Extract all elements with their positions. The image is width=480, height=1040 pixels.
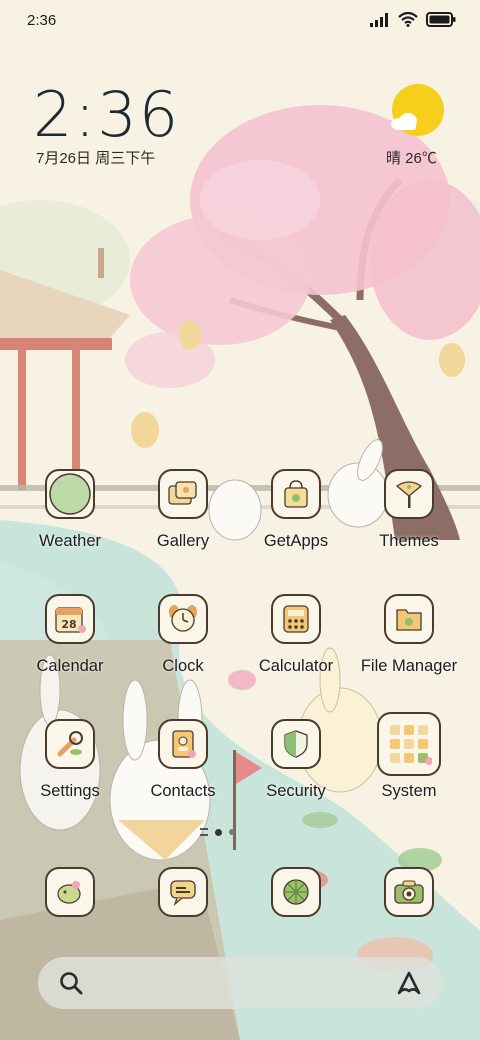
status-bar: 2:36 bbox=[0, 0, 480, 42]
dock-app-camera[interactable] bbox=[353, 867, 465, 917]
triangle-logo-icon[interactable] bbox=[394, 969, 424, 997]
contact-book-icon[interactable] bbox=[158, 719, 208, 769]
app-label: Settings bbox=[40, 782, 100, 800]
camera-icon[interactable] bbox=[384, 867, 434, 917]
clock-widget-time[interactable]: 2:36 bbox=[33, 78, 180, 151]
app-getapps[interactable]: GetApps bbox=[240, 469, 352, 551]
status-time: 2:36 bbox=[27, 12, 57, 29]
calculator-icon[interactable] bbox=[271, 594, 321, 644]
app-themes[interactable]: Themes bbox=[353, 469, 465, 551]
wifi-icon bbox=[398, 12, 418, 27]
wrench-icon[interactable] bbox=[45, 719, 95, 769]
app-label: GetApps bbox=[263, 532, 329, 550]
app-calculator[interactable]: Calculator bbox=[240, 594, 352, 676]
weather-app-icon[interactable] bbox=[45, 469, 95, 519]
messages-icon[interactable] bbox=[158, 867, 208, 917]
calendar-icon[interactable]: 28 bbox=[45, 594, 95, 644]
app-label: System bbox=[381, 782, 437, 800]
app-weather[interactable]: Weather bbox=[14, 469, 126, 551]
search-bar[interactable] bbox=[38, 957, 442, 1009]
app-label: Calendar bbox=[36, 657, 104, 675]
status-icons bbox=[370, 12, 456, 27]
folder-icon[interactable] bbox=[384, 594, 434, 644]
cloud-icon bbox=[391, 113, 417, 130]
app-clock[interactable]: Clock bbox=[127, 594, 239, 676]
chat-bird-icon[interactable] bbox=[45, 867, 95, 917]
menu-lines-icon bbox=[200, 828, 208, 836]
alarm-clock-icon[interactable] bbox=[158, 594, 208, 644]
dock-app-phone[interactable] bbox=[14, 867, 126, 917]
dock-app-messages[interactable] bbox=[127, 867, 239, 917]
signal-icon bbox=[370, 12, 388, 27]
dock-app-browser[interactable] bbox=[240, 867, 352, 917]
app-calendar[interactable]: 28 Calendar bbox=[14, 594, 126, 676]
app-security[interactable]: Security bbox=[240, 719, 352, 801]
fan-icon[interactable] bbox=[384, 469, 434, 519]
app-settings[interactable]: Settings bbox=[14, 719, 126, 801]
app-file-manager[interactable]: File Manager bbox=[353, 594, 465, 676]
app-label: Contacts bbox=[150, 782, 216, 800]
sun-icon[interactable] bbox=[391, 84, 444, 136]
browser-icon[interactable] bbox=[271, 867, 321, 917]
app-folder-system[interactable]: System bbox=[353, 712, 465, 801]
calendar-icon-date: 28 bbox=[61, 618, 76, 631]
app-label: Security bbox=[266, 782, 326, 800]
app-label: Weather bbox=[38, 532, 102, 550]
page-indicator[interactable] bbox=[200, 828, 235, 836]
app-label: Calculator bbox=[258, 657, 334, 675]
app-label: Themes bbox=[379, 532, 439, 550]
app-label: Gallery bbox=[156, 532, 210, 550]
search-icon[interactable] bbox=[58, 970, 84, 996]
page-dot-active bbox=[215, 828, 222, 836]
battery-icon bbox=[426, 12, 456, 27]
app-contacts[interactable]: Contacts bbox=[127, 719, 239, 801]
page-dot bbox=[229, 829, 235, 835]
folder-grid-icon[interactable] bbox=[377, 712, 441, 776]
app-label: Clock bbox=[162, 657, 204, 675]
shield-icon[interactable] bbox=[271, 719, 321, 769]
shopping-bag-icon[interactable] bbox=[271, 469, 321, 519]
gallery-icon[interactable] bbox=[158, 469, 208, 519]
clock-widget-date: 7月26日 周三下午 bbox=[36, 150, 156, 167]
app-label: File Manager bbox=[360, 657, 458, 675]
app-gallery[interactable]: Gallery bbox=[127, 469, 239, 551]
weather-widget-text: 晴 26℃ bbox=[386, 150, 437, 167]
